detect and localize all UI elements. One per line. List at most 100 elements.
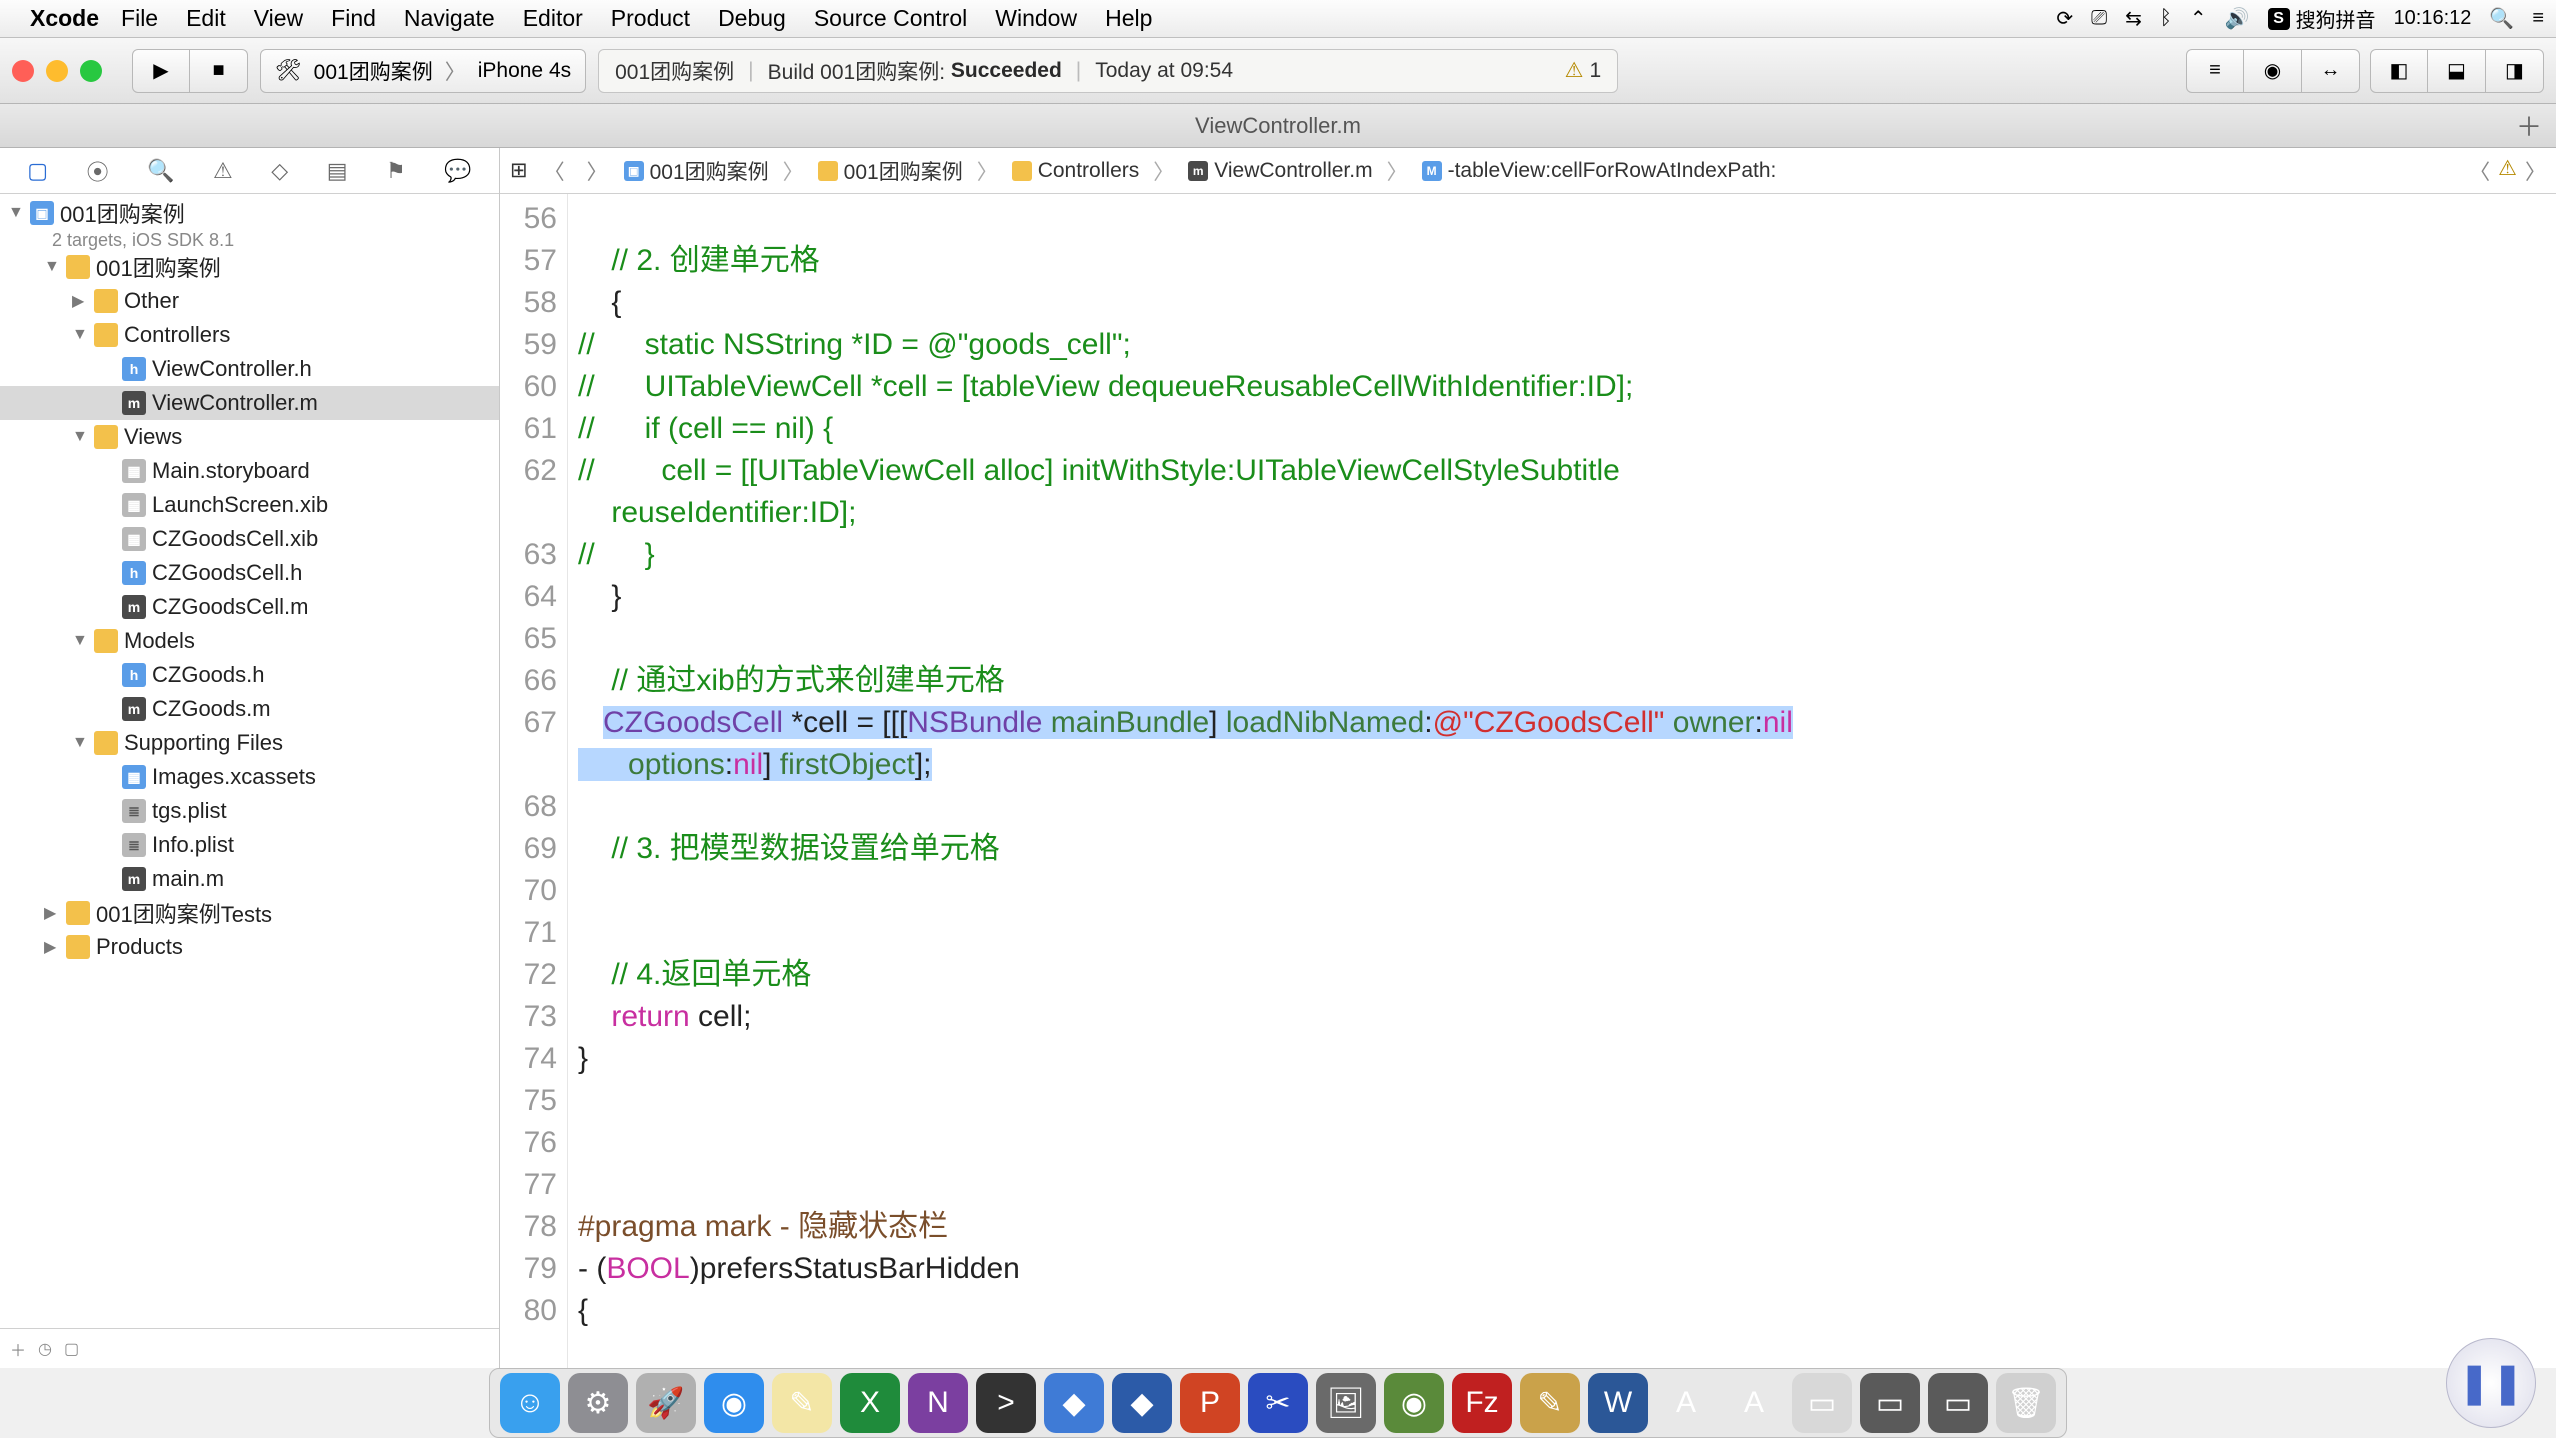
project-root[interactable]: ▼▣001团购案例 [0,196,499,230]
debug-navigator-tab[interactable]: ▤ [327,158,348,184]
filter-input[interactable] [91,1338,489,1359]
dock-app-app2[interactable]: ◆ [1112,1373,1172,1433]
file-main-storyboard[interactable]: ▦Main.storyboard [0,454,499,488]
file-czgoodscell-xib[interactable]: ▦CZGoodsCell.xib [0,522,499,556]
jump-group[interactable]: 001团购案例 [818,156,963,186]
menu-debug[interactable]: Debug [718,5,786,32]
file-viewcontroller-h[interactable]: hViewController.h [0,352,499,386]
dock-app-powerpoint[interactable]: P [1180,1373,1240,1433]
zoom-button[interactable] [80,60,102,82]
group-models[interactable]: ▼Models [0,624,499,658]
group-tests[interactable]: ▶001团购案例Tests [0,896,499,930]
test-navigator-tab[interactable]: ◇ [271,158,288,184]
related-items-icon[interactable]: ⊞ [510,158,528,183]
file-czgoodscell-h[interactable]: hCZGoodsCell.h [0,556,499,590]
jump-project[interactable]: ▣001团购案例 [624,156,769,186]
dock-app-word[interactable]: W [1588,1373,1648,1433]
dock-app-filezilla[interactable]: Fz [1452,1373,1512,1433]
dock-app-app9[interactable]: ▭ [1928,1373,1988,1433]
dock-app-app1[interactable]: ◆ [1044,1373,1104,1433]
jump-method[interactable]: M-tableView:cellForRowAtIndexPath: [1422,159,1777,183]
scm-filter-icon[interactable]: ▢ [64,1339,79,1359]
report-navigator-tab[interactable]: 💬 [444,158,471,184]
group-other[interactable]: ▶Other [0,284,499,318]
clock[interactable]: 10:16:12 [2394,7,2472,30]
file-info-plist[interactable]: ≣Info.plist [0,828,499,862]
new-tab-button[interactable]: ＋ [2516,107,2542,144]
file-czgoods-m[interactable]: mCZGoods.m [0,692,499,726]
sync-icon[interactable]: ⇆ [2125,6,2142,31]
menu-window[interactable]: Window [995,5,1077,32]
dock-app-launchpad[interactable]: 🚀 [636,1373,696,1433]
group-products[interactable]: ▶Products [0,930,499,964]
warning-count[interactable]: ⚠1 [1565,58,1602,83]
group-views[interactable]: ▼Views [0,420,499,454]
find-navigator-tab[interactable]: 🔍 [147,158,174,184]
file-images-xcassets[interactable]: ▦Images.xcassets [0,760,499,794]
dock-app-settings[interactable]: ⚙ [568,1373,628,1433]
dock-app-preview[interactable]: 🖼 [1316,1373,1376,1433]
issue-warning-icon[interactable]: ⚠ [2498,156,2517,186]
version-editor-button[interactable]: ↔ [2302,49,2360,93]
volume-icon[interactable]: 🔊 [2225,6,2250,31]
stop-button[interactable]: ■ [190,49,248,93]
file-main-m[interactable]: mmain.m [0,862,499,896]
jump-controllers[interactable]: Controllers [1012,159,1140,183]
file-czgoodscell-m[interactable]: mCZGoodsCell.m [0,590,499,624]
standard-editor-button[interactable]: ≡ [2186,49,2244,93]
project-navigator-tab[interactable]: ▢ [27,158,48,184]
pause-overlay-button[interactable]: ❚❚ [2446,1338,2536,1428]
dock-app-app4[interactable]: ✎ [1520,1373,1580,1433]
jump-file[interactable]: mViewController.m [1188,159,1372,183]
menu-product[interactable]: Product [611,5,690,32]
menu-help[interactable]: Help [1105,5,1152,32]
prev-issue-button[interactable]: 〈 [2469,156,2490,186]
issue-navigator-tab[interactable]: ⚠ [213,158,233,184]
code-content[interactable]: // 2. 创建单元格 {// static NSString *ID = @"… [568,194,2556,1368]
symbol-navigator-tab[interactable]: ⦿ [87,155,109,187]
menu-view[interactable]: View [254,5,303,32]
dock-app-app7[interactable]: ▭ [1792,1373,1852,1433]
minimize-button[interactable] [46,60,68,82]
run-button[interactable]: ▶ [132,49,190,93]
dock-app-cut[interactable]: ✂ [1248,1373,1308,1433]
file-tgs-plist[interactable]: ≣tgs.plist [0,794,499,828]
dock-app-trash[interactable]: 🗑 [1996,1373,2056,1433]
dock-app-app6[interactable]: A [1724,1373,1784,1433]
menu-source-control[interactable]: Source Control [814,5,967,32]
menu-find[interactable]: Find [331,5,376,32]
dock-app-excel[interactable]: X [840,1373,900,1433]
bluetooth-icon[interactable]: ᛒ [2160,7,2172,30]
spotlight-icon[interactable]: 🔍 [2489,6,2514,31]
dock-app-app5[interactable]: A [1656,1373,1716,1433]
root-group[interactable]: ▼001团购案例 [0,250,499,284]
tab-title[interactable]: ViewController.m [1195,113,1361,139]
dock-app-onenote[interactable]: N [908,1373,968,1433]
dock-app-app8[interactable]: ▭ [1860,1373,1920,1433]
input-method[interactable]: S搜狗拼音 [2268,4,2376,33]
dock-app-notes[interactable]: ✎ [772,1373,832,1433]
close-button[interactable] [12,60,34,82]
menu-editor[interactable]: Editor [523,5,583,32]
notification-center-icon[interactable]: ≡ [2532,7,2544,30]
assistant-editor-button[interactable]: ◉ [2244,49,2302,93]
status-icon[interactable]: ⟳ [2056,6,2073,31]
wifi-icon[interactable]: ⌃ [2190,6,2207,31]
group-supporting[interactable]: ▼Supporting Files [0,726,499,760]
file-czgoods-h[interactable]: hCZGoods.h [0,658,499,692]
source-editor[interactable]: 56575859606162 6364656667 68697071727374… [500,194,2556,1368]
back-button[interactable]: 〈 [538,156,571,186]
toggle-utilities-button[interactable]: ◨ [2486,49,2544,93]
dock-app-safari[interactable]: ◉ [704,1373,764,1433]
toggle-debug-button[interactable]: ⬓ [2428,49,2486,93]
menu-navigate[interactable]: Navigate [404,5,495,32]
add-icon[interactable]: ＋ [10,1337,26,1361]
dock-app-finder[interactable]: ☺ [500,1373,560,1433]
menu-edit[interactable]: Edit [186,5,226,32]
group-controllers[interactable]: ▼Controllers [0,318,499,352]
dock-app-app3[interactable]: ◉ [1384,1373,1444,1433]
breakpoint-navigator-tab[interactable]: ⚑ [386,158,406,184]
recent-filter-icon[interactable]: ◷ [38,1339,52,1359]
toggle-navigator-button[interactable]: ◧ [2370,49,2428,93]
next-issue-button[interactable]: 〉 [2525,156,2546,186]
